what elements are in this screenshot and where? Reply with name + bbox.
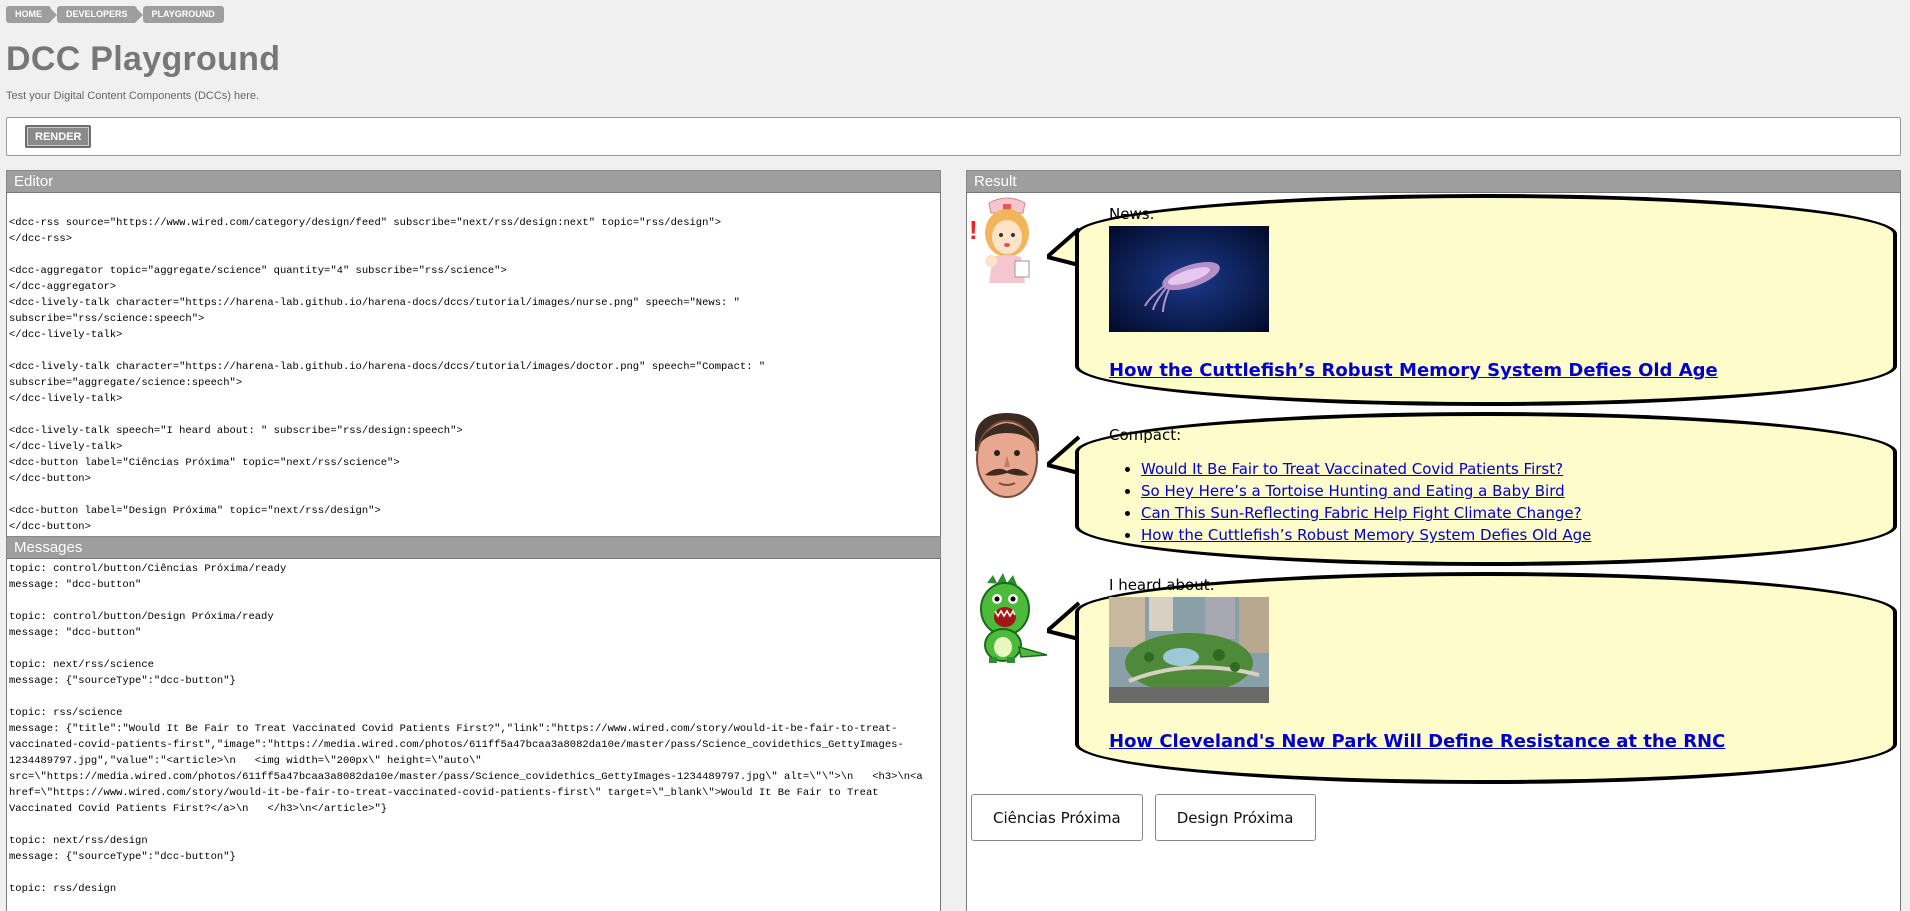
editor-panel: Editor <dcc-rss source="https://www.wire… bbox=[6, 170, 941, 554]
list-item: Can This Sun-Reflecting Fabric Help Figh… bbox=[1141, 502, 1591, 524]
list-item: So Hey Here’s a Tortoise Hunting and Eat… bbox=[1141, 480, 1591, 502]
lively-talk-design: I heard about: How Cleveland's New Park … bbox=[967, 569, 1900, 787]
nurse-icon: ! bbox=[969, 197, 1030, 283]
lively-talk-news: ! News: How the Cuttlefish’s Robust Memo… bbox=[967, 193, 1900, 411]
breadcrumb: HOME DEVELOPERS PLAYGROUND bbox=[6, 6, 224, 23]
speech-content: Compact: Would It Be Fair to Treat Vacci… bbox=[1109, 426, 1591, 546]
list-item: How the Cuttlefish’s Robust Memory Syste… bbox=[1141, 524, 1591, 546]
messages-log[interactable]: topic: control/button/Ciências Próxima/r… bbox=[6, 558, 941, 911]
breadcrumb-playground[interactable]: PLAYGROUND bbox=[142, 6, 224, 23]
article-link[interactable]: So Hey Here’s a Tortoise Hunting and Eat… bbox=[1141, 482, 1565, 500]
page-title: DCC Playground bbox=[6, 40, 281, 78]
article-link[interactable]: Would It Be Fair to Treat Vaccinated Cov… bbox=[1141, 460, 1563, 478]
speech-content: News: How the Cuttlefish’s Robust Memory… bbox=[1109, 205, 1718, 381]
svg-text:!: ! bbox=[969, 215, 978, 245]
messages-header: Messages bbox=[6, 536, 941, 558]
breadcrumb-home[interactable]: HOME bbox=[6, 6, 57, 23]
speech-content: I heard about: How Cleveland's New Park … bbox=[1109, 576, 1725, 752]
result-panel: Result ! News: How the Cuttlefish’s Robu… bbox=[966, 170, 1901, 911]
editor-textarea[interactable]: <dcc-rss source="https://www.wired.com/c… bbox=[6, 192, 941, 554]
cuttlefish-image bbox=[1109, 226, 1269, 332]
park-image bbox=[1109, 597, 1269, 703]
article-link[interactable]: How the Cuttlefish’s Robust Memory Syste… bbox=[1141, 526, 1591, 544]
result-area: ! News: How the Cuttlefish’s Robust Memo… bbox=[966, 192, 1901, 911]
speech-label: Compact: bbox=[1109, 426, 1182, 444]
messages-panel: Messages topic: control/button/Ciências … bbox=[6, 536, 941, 911]
design-proxima-button[interactable]: Design Próxima bbox=[1154, 794, 1316, 841]
article-link[interactable]: How Cleveland's New Park Will Define Res… bbox=[1109, 731, 1725, 752]
dcc-buttons: Ciências Próxima Design Próxima bbox=[971, 794, 1316, 841]
speech-label: News: bbox=[1109, 205, 1155, 223]
result-header: Result bbox=[966, 170, 1901, 192]
editor-header: Editor bbox=[6, 170, 941, 192]
list-item: Would It Be Fair to Treat Vaccinated Cov… bbox=[1141, 458, 1591, 480]
doctor-icon bbox=[975, 413, 1039, 498]
dinosaur-icon bbox=[980, 573, 1048, 663]
article-link[interactable]: How the Cuttlefish’s Robust Memory Syste… bbox=[1109, 360, 1718, 381]
speech-label: I heard about: bbox=[1109, 576, 1215, 594]
breadcrumb-developers[interactable]: DEVELOPERS bbox=[57, 6, 142, 23]
article-link[interactable]: Can This Sun-Reflecting Fabric Help Figh… bbox=[1141, 504, 1582, 522]
toolbar: RENDER bbox=[6, 117, 1901, 156]
compact-article-list: Would It Be Fair to Treat Vaccinated Cov… bbox=[1109, 458, 1591, 546]
ciencias-proxima-button[interactable]: Ciências Próxima bbox=[971, 794, 1143, 841]
render-button[interactable]: RENDER bbox=[25, 125, 92, 148]
page-subtitle: Test your Digital Content Components (DC… bbox=[6, 90, 260, 102]
lively-talk-compact: Compact: Would It Be Fair to Treat Vacci… bbox=[967, 409, 1900, 569]
